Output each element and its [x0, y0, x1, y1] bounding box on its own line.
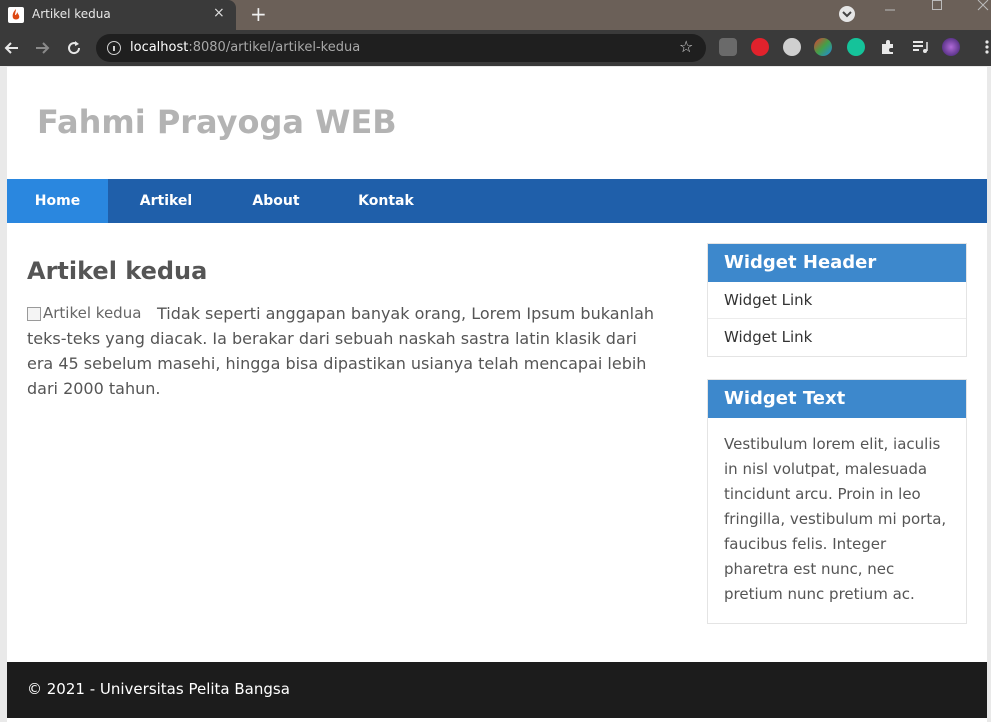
- codeigniter-flame-icon: [8, 7, 24, 23]
- nav-item-about[interactable]: About: [224, 179, 328, 223]
- widget-header-box: Widget Header Widget Link Widget Link: [707, 243, 967, 357]
- web-page: Fahmi Prayoga WEB Home Artikel About Kon…: [7, 67, 987, 722]
- reload-icon[interactable]: [64, 38, 84, 58]
- broken-image-icon: [27, 306, 41, 321]
- tab-search-icon[interactable]: [839, 6, 855, 22]
- tab-title: Artikel kedua: [32, 7, 111, 21]
- nav-item-artikel[interactable]: Artikel: [108, 179, 224, 223]
- widget-link[interactable]: Widget Link: [708, 282, 966, 319]
- more-menu-icon[interactable]: [978, 38, 991, 56]
- article-title: Artikel kedua: [27, 257, 208, 285]
- widget-text-content: Vestibulum lorem elit, iaculis in nisl v…: [724, 435, 947, 603]
- browser-toolbar: localhost:8080/artikel/artikel-kedua ☆: [0, 30, 991, 66]
- widget-text-title: Widget Text: [708, 380, 966, 418]
- widget-text-box: Widget Text Vestibulum lorem elit, iacul…: [707, 379, 967, 624]
- extensions-puzzle-icon[interactable]: [879, 38, 897, 56]
- nav-item-home[interactable]: Home: [7, 179, 108, 223]
- sidebar: Widget Header Widget Link Widget Link Wi…: [707, 243, 967, 646]
- widget-header-title: Widget Header: [708, 244, 966, 282]
- profile-avatar-icon[interactable]: [942, 38, 960, 56]
- site-header: Fahmi Prayoga WEB: [7, 67, 987, 179]
- site-footer: © 2021 - Universitas Pelita Bangsa: [7, 662, 987, 718]
- article-image-alt: Artikel kedua: [43, 304, 142, 322]
- minimize-icon[interactable]: [884, 4, 896, 16]
- back-arrow-icon[interactable]: [2, 38, 22, 58]
- site-info-icon[interactable]: [107, 41, 121, 55]
- tab-close-icon[interactable]: ×: [213, 5, 225, 21]
- url-text[interactable]: localhost:8080/artikel/artikel-kedua: [130, 40, 360, 55]
- media-queue-icon[interactable]: [911, 38, 929, 56]
- address-bar[interactable]: localhost:8080/artikel/artikel-kedua ☆: [96, 34, 706, 62]
- forward-arrow-icon[interactable]: [32, 38, 52, 58]
- main-content: Artikel kedua Artikel kedua Tidak sepert…: [27, 257, 667, 401]
- browser-tab[interactable]: Artikel kedua ×: [0, 0, 236, 30]
- main-navigation: Home Artikel About Kontak: [7, 179, 987, 223]
- close-window-icon[interactable]: [977, 0, 989, 12]
- article-image-broken: Artikel kedua: [27, 301, 157, 326]
- adblock-extension-icon[interactable]: [751, 38, 769, 56]
- maximize-icon[interactable]: [931, 0, 943, 12]
- widget-link[interactable]: Widget Link: [708, 319, 966, 356]
- nav-item-kontak[interactable]: Kontak: [328, 179, 444, 223]
- facebook-extension-icon[interactable]: [719, 38, 737, 56]
- bookmark-star-icon[interactable]: ☆: [679, 37, 693, 56]
- footer-copyright: © 2021 - Universitas Pelita Bangsa: [27, 680, 290, 698]
- grammarly-extension-icon[interactable]: [847, 38, 865, 56]
- article-body: Artikel kedua Tidak seperti anggapan ban…: [27, 301, 667, 401]
- compass-extension-icon[interactable]: [783, 38, 801, 56]
- site-title: Fahmi Prayoga WEB: [37, 103, 397, 141]
- new-tab-button[interactable]: +: [250, 2, 267, 26]
- browser-tab-strip: Artikel kedua × +: [0, 0, 991, 30]
- color-extension-icon[interactable]: [814, 38, 832, 56]
